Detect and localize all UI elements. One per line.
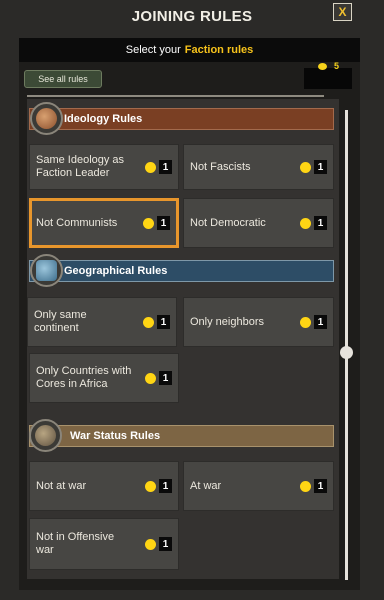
coin-icon: [300, 317, 311, 328]
war-icon: [29, 419, 62, 452]
rule-cost: 1: [314, 479, 327, 493]
rule-cost: 1: [159, 537, 172, 551]
coin-icon: [145, 539, 156, 550]
divider: [27, 95, 324, 97]
rule-label: Only same continent: [34, 309, 87, 334]
rule-not-democratic[interactable]: Not Democratic 1: [183, 198, 334, 248]
rule-only-neighbors[interactable]: Only neighbors 1: [183, 297, 334, 347]
rule-cost: 1: [314, 315, 327, 329]
rule-only-same-continent[interactable]: Only same continent 1: [27, 297, 177, 347]
scrollbar-thumb[interactable]: [340, 346, 353, 359]
coin-icon: [300, 162, 311, 173]
rule-not-at-war[interactable]: Not at war 1: [29, 461, 179, 511]
rule-cost: 1: [314, 160, 327, 174]
rule-cost: 1: [159, 479, 172, 493]
rule-label: Same Ideology as Faction Leader: [36, 154, 125, 179]
subtitle-bar: Select your Faction rules: [19, 38, 360, 62]
rule-cost: 1: [159, 160, 172, 174]
coin-icon: [145, 162, 156, 173]
subtitle-highlight: Faction rules: [184, 44, 254, 56]
rule-label: At war: [190, 479, 222, 492]
rule-not-communists[interactable]: Not Communists 1: [29, 198, 179, 248]
rule-label: Not in Offensive war: [36, 531, 115, 556]
rule-cores-in-africa[interactable]: Only Countries with Cores in Africa 1: [29, 353, 179, 403]
ideology-icon: [30, 102, 63, 135]
rule-label: Not Democratic: [190, 216, 266, 229]
section-header-war-status: War Status Rules: [29, 425, 334, 447]
coin-icon: [143, 317, 154, 328]
globe-icon: [30, 254, 63, 287]
section-title: War Status Rules: [70, 430, 161, 442]
rule-cost: 1: [157, 216, 170, 230]
coin-icon: [300, 218, 311, 229]
rule-cost: 1: [157, 315, 170, 329]
section-title: Ideology Rules: [64, 113, 143, 125]
coin-icon: [145, 373, 156, 384]
subtitle-prefix: Select your: [125, 44, 181, 56]
rule-label: Only Countries with Cores in Africa: [36, 365, 132, 390]
rule-not-fascists[interactable]: Not Fascists 1: [183, 144, 334, 190]
coin-icon: [145, 481, 156, 492]
points-box: [304, 68, 352, 89]
window-title: JOINING RULES: [131, 8, 253, 25]
scrollbar-track[interactable]: [345, 110, 348, 580]
points-value: 5: [334, 61, 340, 71]
section-title: Geographical Rules: [64, 265, 168, 277]
section-header-geography: Geographical Rules: [29, 260, 334, 282]
coin-icon: [318, 63, 327, 70]
close-button[interactable]: X: [333, 3, 352, 21]
see-all-rules-button[interactable]: See all rules: [24, 70, 102, 88]
rule-label: Not at war: [36, 479, 87, 492]
rule-label: Not Fascists: [190, 160, 251, 173]
rule-same-ideology[interactable]: Same Ideology as Faction Leader 1: [29, 144, 179, 190]
coin-icon: [143, 218, 154, 229]
rule-at-war[interactable]: At war 1: [183, 461, 334, 511]
rule-cost: 1: [159, 371, 172, 385]
rule-not-in-offensive-war[interactable]: Not in Offensive war 1: [29, 518, 179, 570]
rule-label: Not Communists: [36, 216, 118, 229]
coin-icon: [300, 481, 311, 492]
section-header-ideology: Ideology Rules: [29, 108, 334, 130]
rule-cost: 1: [314, 216, 327, 230]
rule-label: Only neighbors: [190, 315, 264, 328]
